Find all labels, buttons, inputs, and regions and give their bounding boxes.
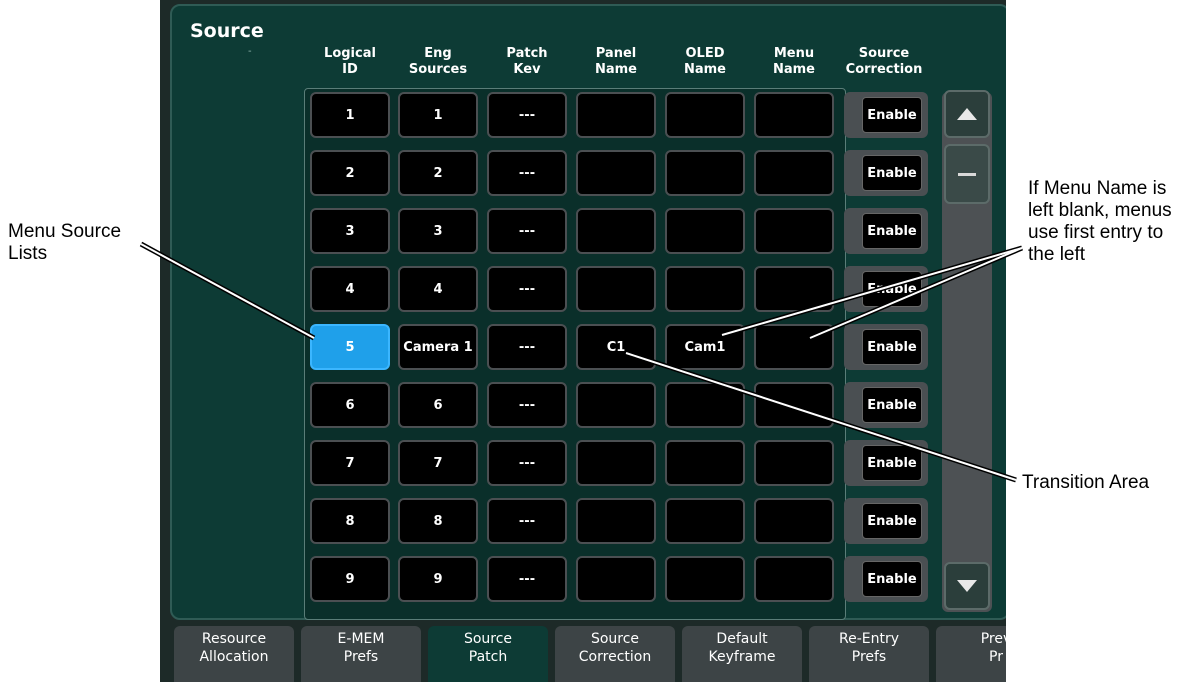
callout-transition-area: Transition Area bbox=[1022, 472, 1150, 493]
callout-menu-name: If Menu Name is left blank, menus use fi… bbox=[1028, 178, 1172, 265]
callout-leader-lines bbox=[139, 241, 1023, 483]
callout-menu-source-lists: Menu Source Lists bbox=[8, 221, 122, 264]
